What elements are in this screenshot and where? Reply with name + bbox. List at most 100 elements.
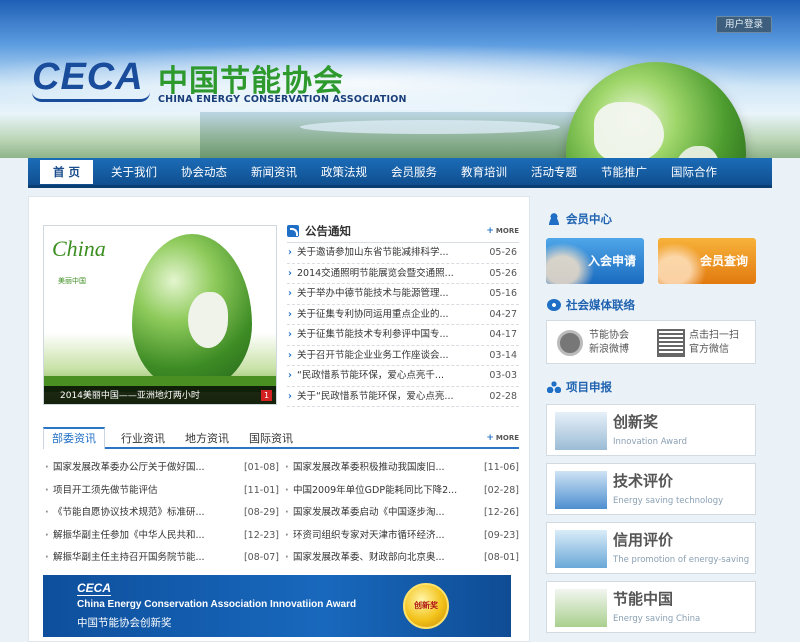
notice-item-title: 关于举办中德节能技术与能源管理... [297, 288, 449, 299]
handshake-icon [546, 238, 600, 284]
beautiful-china-logo: China [52, 236, 106, 261]
news-item[interactable]: 《节能自愿协议技术规范》标准研... [08-29] [43, 502, 279, 525]
nav-about[interactable]: 关于我们 [99, 160, 169, 184]
project-credit-evaluation[interactable]: 信用评价 The promotion of energy-saving [546, 522, 756, 574]
news-item[interactable]: 解振华副主任主持召开国务院节能... [08-07] [43, 547, 279, 570]
globe-land [594, 102, 664, 158]
news-item-title: 国家发展改革委启动《中国逐步淘... [293, 507, 445, 518]
nav-international[interactable]: 国际合作 [659, 160, 729, 184]
news-item[interactable]: 环资司组织专家对天津市循环经济... [09-23] [283, 525, 519, 548]
tab-international-news[interactable]: 国际资讯 [249, 429, 293, 449]
news-item-title: 中国2009年单位GDP能耗同比下降2... [293, 484, 458, 496]
project-title: 项目申报 [566, 380, 612, 394]
news-item-date: [01-08] [243, 462, 279, 473]
news-item-title: 解振华副主任主持召开国务院节能... [53, 552, 205, 563]
nav-events[interactable]: 活动专题 [519, 160, 589, 184]
news-item-date: [11-06] [483, 462, 519, 473]
news-item-date: [08-07] [243, 552, 279, 563]
rss-icon [287, 225, 299, 237]
slideshow[interactable]: China 美丽中国 2014美丽中国——亚洲地灯两小时 1 [43, 225, 277, 405]
news-item[interactable]: 项目开工须先做节能评估 [11-01] [43, 480, 279, 503]
logo-swoosh [32, 92, 150, 102]
notice-item-date: 05-26 [489, 247, 517, 258]
project-innovation-award[interactable]: 创新奖 Innovation Award [546, 404, 756, 456]
flower-icon [547, 299, 561, 311]
award-ceca-logo: CECA [77, 581, 112, 596]
beautiful-china-subtitle: 美丽中国 [58, 277, 86, 285]
slideshow-caption[interactable]: 2014美丽中国——亚洲地灯两小时 [44, 386, 276, 404]
notice-item[interactable]: 关于征集节能技术专利参评中国专... 04-17 [287, 325, 519, 346]
news-item-date: [08-01] [483, 552, 519, 563]
user-login-button[interactable]: 用户登录 [716, 16, 772, 33]
hand-icon [658, 238, 712, 284]
notice-item[interactable]: 关于邀请参加山东省节能减排科学... 05-26 [287, 243, 519, 264]
nav-promotion[interactable]: 节能推广 [589, 160, 659, 184]
tab-ministry-news[interactable]: 部委资讯 [43, 427, 105, 449]
nav-news-association[interactable]: 协会动态 [169, 160, 239, 184]
slideshow-page-1[interactable]: 1 [261, 390, 272, 401]
nav-news[interactable]: 新闻资讯 [239, 160, 309, 184]
project-subtitle-text: Innovation Award [613, 437, 688, 447]
news-item[interactable]: 中国2009年单位GDP能耗同比下降2... [02-28] [283, 480, 519, 503]
notice-item[interactable]: 关于“民政惜系节能环保，爱心点亮... 02-28 [287, 387, 519, 407]
news-item-title: 环资司组织专家对天津市循环经济... [293, 529, 445, 541]
notice-item-date: 04-27 [489, 308, 517, 320]
news-item[interactable]: 国家发展改革委积极推动我国废旧... [11-06] [283, 457, 519, 480]
notice-item[interactable]: 2014交通照明节能展览会暨交通照... 05-26 [287, 264, 519, 284]
project-header: 项目申报 [546, 378, 756, 396]
news-item[interactable]: 国家发展改革委启动《中国逐步淘... [12-26] [283, 502, 519, 525]
nav-home[interactable]: 首 页 [40, 159, 94, 184]
nav-training[interactable]: 教育培训 [449, 160, 519, 184]
notice-item[interactable]: 关于举办中德节能技术与能源管理... 05-16 [287, 284, 519, 305]
weibo-link[interactable]: 节能协会 新浪微博 [589, 329, 629, 357]
notice-item[interactable]: 关于召开节能企业业务工作座谈会... 03-14 [287, 346, 519, 366]
wechat-link[interactable]: 点击扫一扫 官方微信 [689, 329, 739, 357]
news-item-title: 国家发展改革委办公厅关于做好国... [53, 462, 205, 473]
news-item[interactable]: 国家发展改革委办公厅关于做好国... [01-08] [43, 457, 279, 480]
nav-policy[interactable]: 政策法规 [309, 160, 379, 184]
notice-item-date: 05-16 [489, 288, 517, 299]
member-query-button[interactable]: 会员查询 [658, 238, 756, 284]
ceca-logo[interactable]: CECA [32, 56, 150, 102]
member-center-title: 会员中心 [566, 212, 612, 226]
social-media-title: 社会媒体联络 [566, 298, 635, 312]
project-subtitle-text: The promotion of energy-saving [613, 555, 750, 565]
social-media-box: 节能协会 新浪微博 点击扫一扫 官方微信 [546, 320, 756, 364]
social-media-header: 社会媒体联络 [546, 296, 756, 314]
news-item-title: 解振华副主任参加《中华人民共和... [53, 529, 205, 541]
tabs-more-link[interactable]: MORE [486, 433, 519, 443]
project-title-text: 创新奖 [613, 413, 659, 431]
tab-local-news[interactable]: 地方资讯 [185, 429, 229, 449]
nav-member-service[interactable]: 会员服务 [379, 160, 449, 184]
main-nav: 首 页 关于我们 协会动态 新闻资讯 政策法规 会员服务 教育培训 活动专题 节… [28, 158, 772, 188]
qr-code-icon[interactable] [657, 329, 685, 357]
award-chinese-title: 中国节能协会创新奖 [77, 617, 172, 629]
news-item[interactable]: 解振华副主任参加《中华人民共和... [12-23] [43, 525, 279, 548]
globe-land [674, 146, 720, 158]
notice-item-date: 04-17 [489, 329, 517, 340]
notice-header: 公告通知 MORE [287, 223, 519, 243]
news-item-title: 《节能自愿协议技术规范》标准研... [53, 507, 205, 518]
notice-section: 公告通知 MORE 关于邀请参加山东省节能减排科学... 05-26 2014交通… [287, 223, 519, 407]
innovation-award-banner[interactable]: CECA China Energy Conservation Associati… [43, 575, 511, 637]
notice-more-link[interactable]: MORE [486, 226, 519, 236]
news-item[interactable]: 国家发展改革委、财政部向北京奥... [08-01] [283, 547, 519, 570]
notice-item-date: 03-14 [489, 349, 517, 361]
news-item-title: 项目开工须先做节能评估 [53, 484, 158, 496]
tree-icon [547, 381, 561, 393]
news-column-right: 国家发展改革委积极推动我国废旧... [11-06] 中国2009年单位GDP能耗… [283, 457, 519, 570]
tab-industry-news[interactable]: 行业资讯 [121, 429, 165, 449]
news-column-left: 国家发展改革委办公厅关于做好国... [01-08] 项目开工须先做节能评估 [11… [43, 457, 279, 570]
project-title-text: 节能中国 [613, 590, 674, 608]
project-technology-evaluation[interactable]: 技术评价 Energy saving technology [546, 463, 756, 515]
project-energy-saving-china[interactable]: 节能中国 Energy saving China [546, 581, 756, 633]
header-landscape [200, 112, 620, 158]
buildings-image [555, 530, 607, 568]
wechat-line1: 点击扫一扫 [689, 330, 739, 341]
weibo-icon[interactable] [557, 330, 583, 356]
notice-item[interactable]: 关于征集专利协同运用重点企业的... 04-27 [287, 305, 519, 325]
notice-item[interactable]: “民政惜系节能环保，爱心点亮千... 03-03 [287, 366, 519, 387]
notice-item-title: 关于“民政惜系节能环保，爱心点亮... [297, 390, 454, 402]
join-application-button[interactable]: 入会申请 [546, 238, 644, 284]
header-river [300, 120, 560, 134]
